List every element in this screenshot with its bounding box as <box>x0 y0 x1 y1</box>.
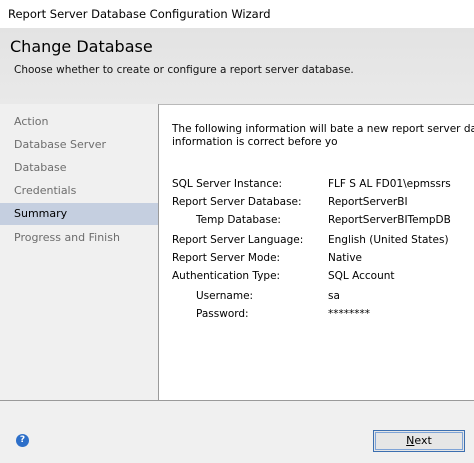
summary-row: Username: sa <box>172 290 472 306</box>
next-button[interactable]: Next <box>373 430 465 452</box>
nav-item-database[interactable]: Database <box>0 157 158 179</box>
window-title: Report Server Database Configuration Wiz… <box>8 7 271 21</box>
language-value: English (United States) <box>328 234 449 246</box>
auth-type-value: SQL Account <box>328 270 395 282</box>
title-bar: Report Server Database Configuration Wiz… <box>0 0 474 28</box>
password-label: Password: <box>196 308 249 320</box>
language-label: Report Server Language: <box>172 234 304 246</box>
summary-intro-line1: The following information will bate a ne… <box>172 123 474 135</box>
wizard-steps-nav: Action Database Server Database Credenti… <box>0 104 159 400</box>
mode-label: Report Server Mode: <box>172 252 281 264</box>
nav-item-database-server[interactable]: Database Server <box>0 134 158 156</box>
username-value: sa <box>328 290 340 302</box>
mode-value: Native <box>328 252 362 264</box>
nav-item-action[interactable]: Action <box>0 111 158 133</box>
summary-row: SQL Server Instance: FLF S AL FD01\epmss… <box>172 178 472 194</box>
wizard-footer: ? Next <box>0 400 474 463</box>
summary-row: Report Server Language: English (United … <box>172 234 472 250</box>
report-db-value: ReportServerBI <box>328 196 408 208</box>
summary-row: Password: ******** <box>172 308 472 324</box>
nav-item-progress-and-finish[interactable]: Progress and Finish <box>0 227 158 249</box>
summary-row: Report Server Mode: Native <box>172 252 472 268</box>
page-title: Change Database <box>10 37 153 56</box>
summary-row: Report Server Database: ReportServerBI <box>172 196 472 212</box>
auth-type-label: Authentication Type: <box>172 270 281 282</box>
summary-intro-line2: information is correct before yo <box>172 136 338 148</box>
sql-instance-value: FLF S AL FD01\epmssrs <box>328 178 451 190</box>
username-label: Username: <box>196 290 254 302</box>
page-subtitle: Choose whether to create or configure a … <box>14 64 354 76</box>
wizard-window: Report Server Database Configuration Wiz… <box>0 0 474 463</box>
report-db-label: Report Server Database: <box>172 196 302 208</box>
nav-item-credentials[interactable]: Credentials <box>0 180 158 202</box>
wizard-header: Change Database Choose whether to create… <box>0 28 474 105</box>
help-icon[interactable]: ? <box>16 434 29 447</box>
summary-panel: The following information will bate a ne… <box>159 104 474 401</box>
temp-db-label: Temp Database: <box>196 214 281 226</box>
next-button-label: ext <box>414 434 432 447</box>
nav-item-summary[interactable]: Summary <box>0 203 158 225</box>
summary-row: Temp Database: ReportServerBITempDB <box>172 214 472 230</box>
password-value: ******** <box>328 308 370 320</box>
temp-db-value: ReportServerBITempDB <box>328 214 451 226</box>
summary-row: Authentication Type: SQL Account <box>172 270 472 286</box>
sql-instance-label: SQL Server Instance: <box>172 178 283 190</box>
summary-intro: The following information will bate a ne… <box>172 123 474 149</box>
